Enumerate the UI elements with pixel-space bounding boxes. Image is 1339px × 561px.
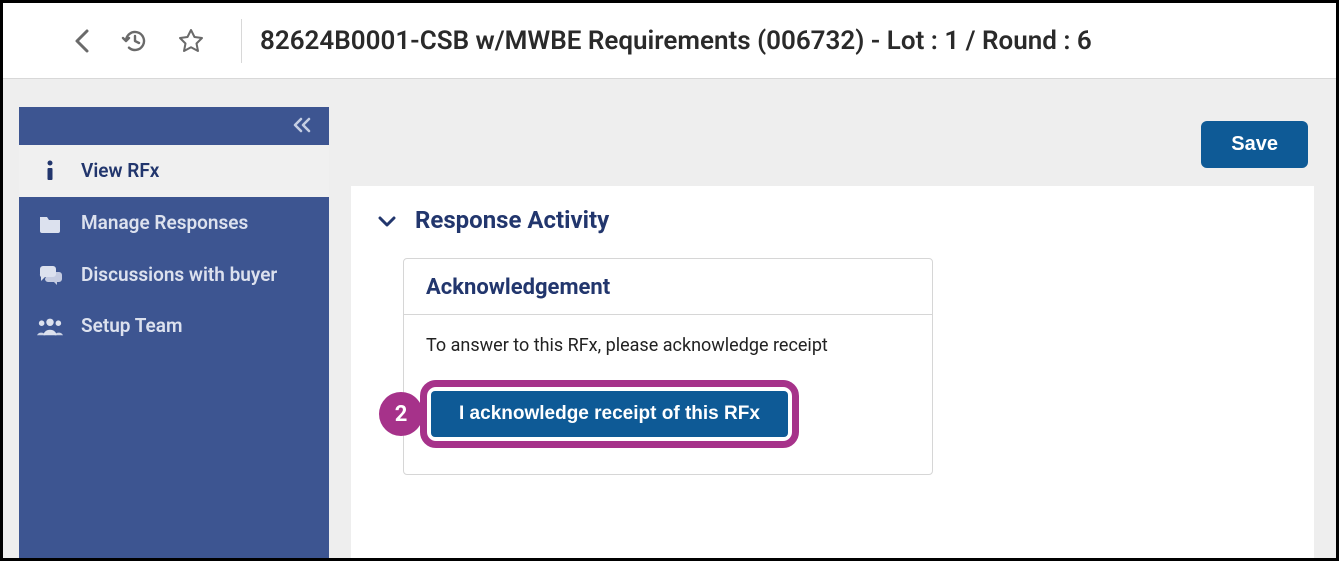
sidebar-item-manage-responses[interactable]: Manage Responses [19, 197, 329, 249]
panel-title: Response Activity [415, 206, 609, 234]
sidebar-item-label: Manage Responses [81, 211, 248, 235]
body-container: View RFx Manage Responses Discussions wi… [3, 79, 1336, 558]
acknowledgement-message: To answer to this RFx, please acknowledg… [404, 315, 932, 356]
header-bar: 82624B0001-CSB w/MWBE Requirements (0067… [3, 3, 1336, 79]
history-icon[interactable] [121, 27, 149, 55]
back-icon[interactable] [73, 27, 93, 55]
panel-header: Response Activity [377, 206, 1288, 234]
acknowledgement-title: Acknowledgement [404, 259, 932, 315]
page-title: 82624B0001-CSB w/MWBE Requirements (0067… [260, 26, 1092, 56]
acknowledge-receipt-button[interactable]: I acknowledge receipt of this RFx [431, 391, 788, 437]
sidebar: View RFx Manage Responses Discussions wi… [19, 107, 329, 558]
main-content: Save Response Activity Acknowledgement T… [329, 107, 1336, 558]
sidebar-item-view-rfx[interactable]: View RFx [19, 145, 329, 197]
acknowledgement-card: Acknowledgement To answer to this RFx, p… [403, 258, 933, 475]
sidebar-item-label: Discussions with buyer [81, 263, 277, 287]
sidebar-item-label: View RFx [81, 159, 159, 183]
save-button[interactable]: Save [1201, 121, 1308, 168]
chat-icon [37, 263, 63, 285]
sidebar-items: View RFx Manage Responses Discussions wi… [19, 145, 329, 352]
sidebar-collapse-icon[interactable] [291, 117, 313, 138]
chevron-down-icon[interactable] [377, 206, 397, 234]
team-icon [37, 316, 63, 336]
left-gutter [3, 107, 19, 558]
favorite-star-icon[interactable] [177, 27, 205, 55]
sidebar-item-discussions[interactable]: Discussions with buyer [19, 249, 329, 301]
sidebar-item-setup-team[interactable]: Setup Team [19, 300, 329, 352]
info-icon [37, 160, 63, 182]
header-icon-group [23, 27, 235, 55]
header-divider [241, 19, 242, 63]
response-activity-panel: Response Activity Acknowledgement To ans… [351, 186, 1314, 558]
annotation-step-badge: 2 [379, 392, 423, 436]
folder-icon [37, 213, 63, 233]
action-bar: Save [351, 115, 1314, 186]
annotation-highlight: 2 I acknowledge receipt of this RFx [420, 380, 799, 448]
sidebar-item-label: Setup Team [81, 314, 183, 338]
